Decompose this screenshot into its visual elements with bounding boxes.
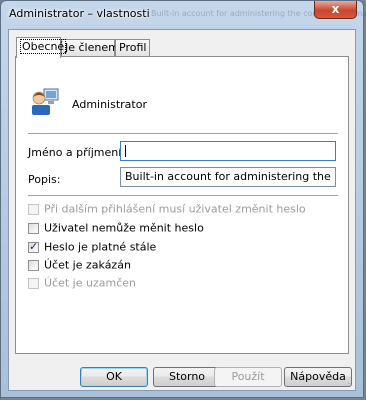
- cannot-change-password-checkbox[interactable]: Uživatel nemůže měnit heslo: [28, 221, 204, 235]
- apply-button[interactable]: Použít: [214, 367, 282, 387]
- ok-button[interactable]: OK: [80, 367, 148, 387]
- tab-general[interactable]: Obecné: [16, 37, 67, 58]
- checkbox-box: [28, 222, 39, 234]
- window-title: Administrator – vlastnosti: [9, 7, 150, 20]
- close-icon: x: [331, 2, 340, 16]
- tab-member-of[interactable]: Je členem: [61, 39, 119, 56]
- help-button[interactable]: Nápověda: [284, 367, 352, 387]
- separator: [28, 195, 338, 196]
- title-bar[interactable]: Administrator – vlastnosti Built-in acco…: [1, 1, 366, 27]
- must-change-password-checkbox[interactable]: Při dalším přihlášení musí uživatel změn…: [28, 202, 306, 216]
- text-caret: [125, 145, 126, 157]
- checkbox-checked-icon: [28, 240, 39, 253]
- account-locked-checkbox[interactable]: Účet je uzamčen: [28, 276, 136, 290]
- checkbox-box: [28, 259, 39, 271]
- separator: [28, 133, 338, 134]
- checkbox-box: [28, 277, 39, 289]
- full-name-label: Jméno a příjmení:: [28, 146, 125, 159]
- user-icon: [28, 85, 60, 117]
- resize-grip-icon[interactable]: ⋰: [345, 379, 353, 388]
- description-label: Popis:: [28, 173, 61, 186]
- dialog-body: Obecné Je členem Profil Administrator Jm…: [8, 29, 356, 391]
- tab-profile[interactable]: Profil: [115, 39, 150, 56]
- properties-window: Administrator – vlastnosti Built-in acco…: [0, 0, 366, 398]
- username-label: Administrator: [72, 98, 147, 111]
- cancel-button[interactable]: Storno: [153, 367, 221, 387]
- tab-panel-general: Administrator Jméno a příjmení: Popis: B…: [15, 56, 349, 354]
- password-never-expires-checkbox[interactable]: Heslo je platné stále: [28, 240, 156, 254]
- full-name-input[interactable]: [120, 141, 336, 161]
- close-button[interactable]: x: [314, 1, 357, 19]
- account-disabled-checkbox[interactable]: Účet je zakázán: [28, 258, 131, 272]
- description-input[interactable]: Built-in account for administering the: [120, 167, 336, 187]
- checkbox-box: [28, 203, 39, 215]
